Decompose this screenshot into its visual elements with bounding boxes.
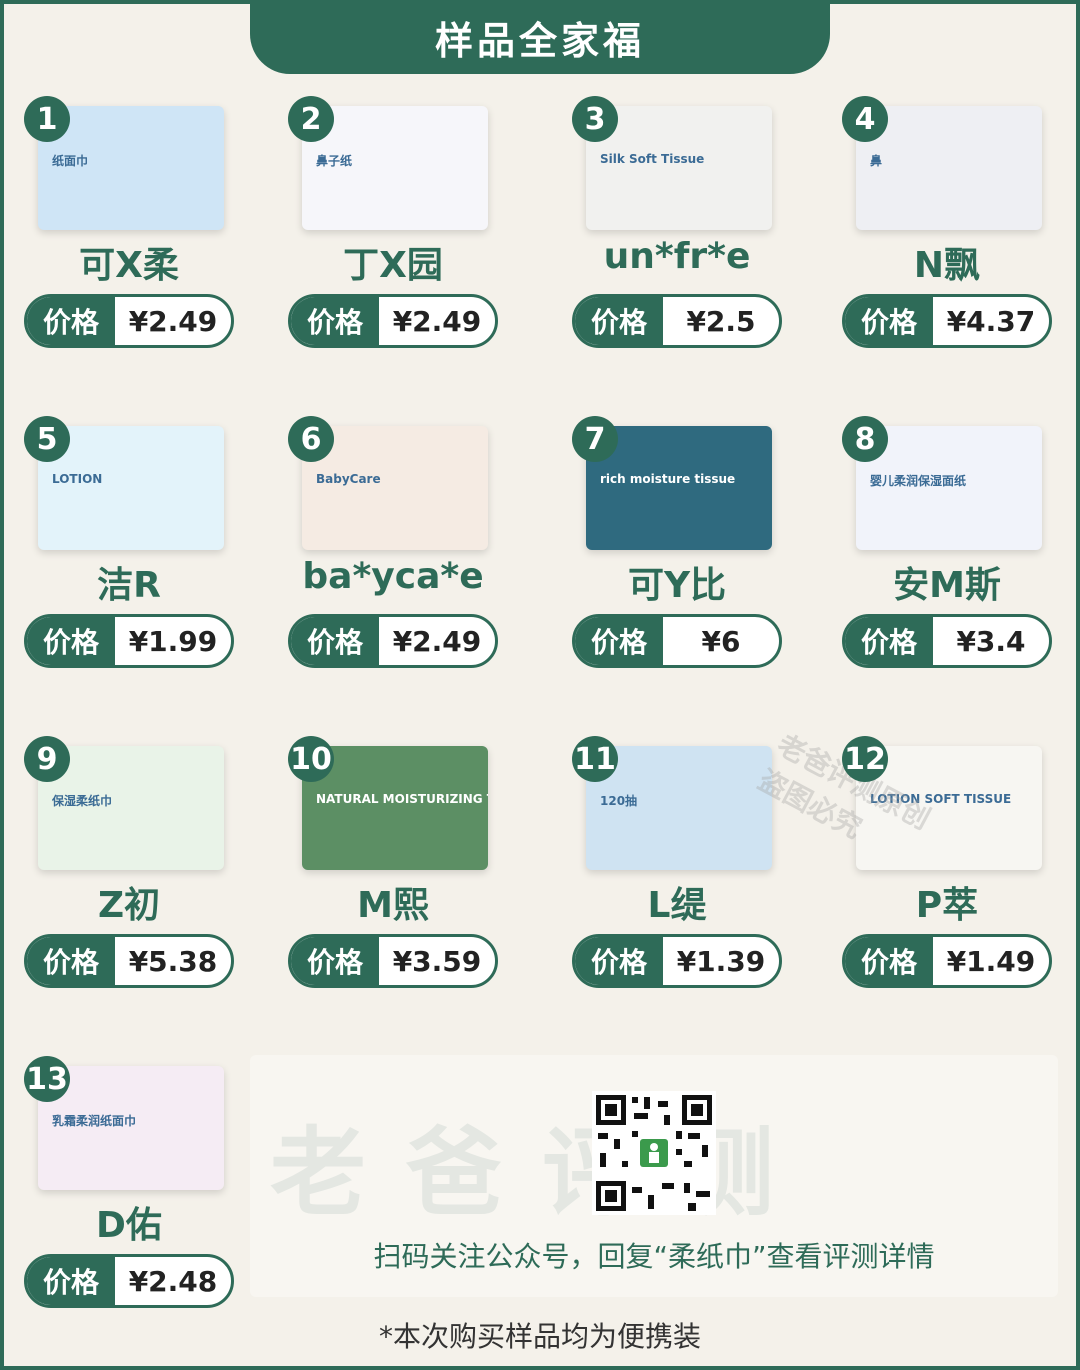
product-number-badge: 5 <box>24 416 70 462</box>
product-card[interactable]: 2 鼻子纸丁X园价格 ¥2.49 <box>288 96 528 396</box>
price-tag: 价格 ¥1.49 <box>842 934 1052 988</box>
product-card[interactable]: 1 纸面巾可X柔价格 ¥2.49 <box>24 96 264 396</box>
package-label: 鼻子纸 <box>316 154 353 168</box>
page-title: 样品全家福 <box>250 0 830 74</box>
package-label: 婴儿柔润保湿面纸 <box>870 474 967 488</box>
price-label: 价格 <box>291 297 379 345</box>
product-name: N飘 <box>913 245 981 286</box>
price-tag: 价格 ¥2.5 <box>572 294 782 348</box>
package-label: Silk Soft Tissue <box>600 152 705 166</box>
product-number-badge: 1 <box>24 96 70 142</box>
price-value: ¥2.5 <box>686 304 756 338</box>
qr-code-icon <box>592 1091 716 1215</box>
package-label: 保湿柔纸巾 <box>52 794 113 808</box>
product-card[interactable]: 7 rich moisture tissue 可Y比价格 ¥6 <box>572 416 812 716</box>
product-card[interactable]: 8 婴儿柔润保湿面纸安M斯价格 ¥3.4 <box>842 416 1080 716</box>
price-tag: 价格 ¥2.48 <box>24 1254 234 1308</box>
product-name: L缇 <box>647 885 707 926</box>
qr-code[interactable] <box>592 1091 716 1215</box>
price-label: 价格 <box>575 297 663 345</box>
price-tag: 价格 ¥1.99 <box>24 614 234 668</box>
product-name: Z初 <box>97 885 161 926</box>
price-tag: 价格 ¥3.59 <box>288 934 498 988</box>
product-number-badge: 8 <box>842 416 888 462</box>
package-label: 乳霜柔润纸面巾 <box>52 1114 137 1128</box>
price-value: ¥2.49 <box>392 304 482 338</box>
price-tag: 价格 ¥1.39 <box>572 934 782 988</box>
product-number-badge: 13 <box>24 1056 70 1102</box>
product-name: 安M斯 <box>893 565 1001 606</box>
product-name: M熙 <box>357 885 429 926</box>
product-number-badge: 10 <box>288 736 334 782</box>
price-label: 价格 <box>27 617 115 665</box>
package-label: 120抽 <box>600 794 638 808</box>
footnote: *本次购买样品均为便携装 <box>378 1320 701 1353</box>
price-label: 价格 <box>845 297 933 345</box>
product-number-badge: 2 <box>288 96 334 142</box>
package-label: rich moisture tissue <box>600 472 736 486</box>
price-label: 价格 <box>27 1257 115 1305</box>
product-number-badge: 4 <box>842 96 888 142</box>
watermark-text: 老爸评测 <box>270 1117 814 1229</box>
price-label: 价格 <box>845 617 933 665</box>
price-label: 价格 <box>575 937 663 985</box>
product-card[interactable]: 10 NATURAL MOISTURIZING TISSUE M熙价格 ¥3.59 <box>288 736 528 1036</box>
product-number-badge: 11 <box>572 736 618 782</box>
package-label: 纸面巾 <box>52 154 89 168</box>
price-value: ¥4.37 <box>946 304 1036 338</box>
package-label: NATURAL MOISTURIZING TISSUE <box>316 792 488 806</box>
package-label: BabyCare <box>316 472 381 486</box>
price-value: ¥3.4 <box>956 624 1026 658</box>
price-tag: 价格 ¥2.49 <box>288 294 498 348</box>
price-value: ¥2.48 <box>128 1264 218 1298</box>
product-name: P萃 <box>915 885 979 926</box>
price-value: ¥1.99 <box>128 624 218 658</box>
product-name: 可Y比 <box>627 565 727 606</box>
price-value: ¥2.49 <box>392 624 482 658</box>
product-name: ba*yca*e <box>302 556 484 597</box>
price-value: ¥5.38 <box>128 944 218 978</box>
price-value: ¥3.59 <box>392 944 482 978</box>
package-label: 鼻 <box>870 154 883 168</box>
price-tag: 价格 ¥3.4 <box>842 614 1052 668</box>
price-tag: 价格 ¥6 <box>572 614 782 668</box>
price-tag: 价格 ¥4.37 <box>842 294 1052 348</box>
promo-panel: 老爸评测 扫码关注公众号，回复“柔纸巾”查看评测详情 <box>250 1055 1058 1297</box>
product-name: 丁X园 <box>343 245 443 286</box>
price-label: 价格 <box>845 937 933 985</box>
price-label: 价格 <box>27 297 115 345</box>
price-label: 价格 <box>291 937 379 985</box>
product-name: 洁R <box>97 565 161 606</box>
price-value: ¥6 <box>701 624 741 658</box>
product-card[interactable]: 13 乳霜柔润纸面巾 D佑价格 ¥2.48 <box>24 1056 264 1356</box>
product-card[interactable]: 5 LOTION 洁R 价格 ¥1.99 <box>24 416 264 716</box>
price-tag: 价格 ¥2.49 <box>24 294 234 348</box>
product-card[interactable]: 4 鼻 N飘价格 ¥4.37 <box>842 96 1080 396</box>
product-name: 可X柔 <box>79 245 179 286</box>
package-label: LOTION <box>52 472 103 486</box>
promo-caption: 扫码关注公众号，回复“柔纸巾”查看评测详情 <box>373 1240 935 1273</box>
product-number-badge: 3 <box>572 96 618 142</box>
product-card[interactable]: 9 保湿柔纸巾 Z初价格 ¥5.38 <box>24 736 264 1036</box>
product-card[interactable]: 3 Silk Soft Tissue un*fr*e 价格 ¥2.5 <box>572 96 812 396</box>
product-card[interactable]: 6 BabyCare ba*yca*e 价格 ¥2.49 <box>288 416 528 716</box>
price-label: 价格 <box>575 617 663 665</box>
product-number-badge: 7 <box>572 416 618 462</box>
price-label: 价格 <box>27 937 115 985</box>
price-value: ¥2.49 <box>128 304 218 338</box>
product-number-badge: 6 <box>288 416 334 462</box>
product-number-badge: 12 <box>842 736 888 782</box>
price-value: ¥1.39 <box>676 944 766 978</box>
product-number-badge: 9 <box>24 736 70 782</box>
price-tag: 价格 ¥2.49 <box>288 614 498 668</box>
price-label: 价格 <box>291 617 379 665</box>
price-value: ¥1.49 <box>946 944 1036 978</box>
product-name: un*fr*e <box>603 236 751 277</box>
price-tag: 价格 ¥5.38 <box>24 934 234 988</box>
product-name: D佑 <box>96 1205 162 1246</box>
